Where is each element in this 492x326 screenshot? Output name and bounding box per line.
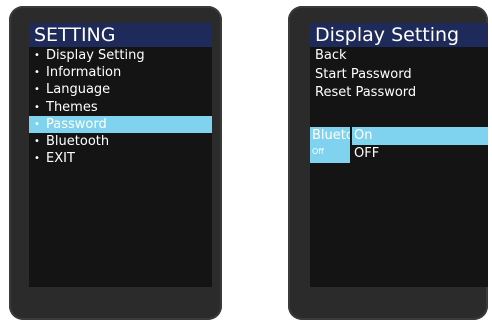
bullet-icon: • — [34, 50, 40, 61]
menu-item-information[interactable]: • Information — [29, 64, 212, 81]
left-device: SETTING • Display Setting • Information … — [9, 6, 222, 320]
menu-item-reset-password[interactable]: Reset Password — [310, 84, 488, 103]
menu-item-back[interactable]: Back — [310, 47, 488, 66]
menu-item-display-setting[interactable]: • Display Setting — [29, 47, 212, 64]
menu-item-label: Display Setting — [46, 48, 145, 63]
bluetooth-option-on[interactable]: On — [352, 127, 488, 145]
settings-menu: • Display Setting • Information • Langua… — [29, 47, 212, 167]
display-setting-title: Display Setting — [310, 23, 488, 47]
menu-item-label: Password — [46, 116, 107, 132]
bluetooth-row: Blueto Off On OFF — [310, 127, 488, 163]
left-screen: SETTING • Display Setting • Information … — [29, 23, 212, 287]
settings-title: SETTING — [29, 23, 212, 47]
right-device: Display Setting Back Start Password Rese… — [288, 6, 488, 320]
menu-item-bluetooth[interactable]: • Bluetooth — [29, 133, 212, 150]
bluetooth-setting[interactable]: Blueto Off — [310, 127, 350, 163]
menu-item-label: Information — [46, 65, 122, 81]
bullet-icon: • — [34, 67, 40, 79]
bluetooth-state: Off — [312, 147, 324, 156]
display-setting-menu: Back Start Password Reset Password — [310, 47, 488, 103]
bluetooth-label: Blueto — [312, 128, 350, 143]
menu-item-themes[interactable]: • Themes — [29, 99, 212, 116]
right-screen: Display Setting Back Start Password Rese… — [310, 23, 488, 287]
bullet-icon: • — [34, 135, 40, 147]
bullet-icon: • — [34, 118, 40, 130]
bluetooth-options: On OFF — [352, 127, 488, 163]
menu-item-label: Themes — [46, 99, 98, 115]
menu-item-language[interactable]: • Language — [29, 81, 212, 98]
bullet-icon: • — [34, 84, 40, 96]
menu-item-exit[interactable]: • EXIT — [29, 150, 212, 167]
menu-item-start-password[interactable]: Start Password — [310, 66, 488, 85]
bullet-icon: • — [34, 101, 40, 113]
bluetooth-option-off[interactable]: OFF — [352, 145, 488, 163]
menu-item-label: Bluetooth — [46, 133, 110, 149]
menu-item-label: EXIT — [46, 151, 75, 167]
menu-item-password[interactable]: • Password — [29, 115, 212, 133]
bullet-icon: • — [34, 153, 40, 165]
menu-item-label: Language — [46, 82, 111, 98]
